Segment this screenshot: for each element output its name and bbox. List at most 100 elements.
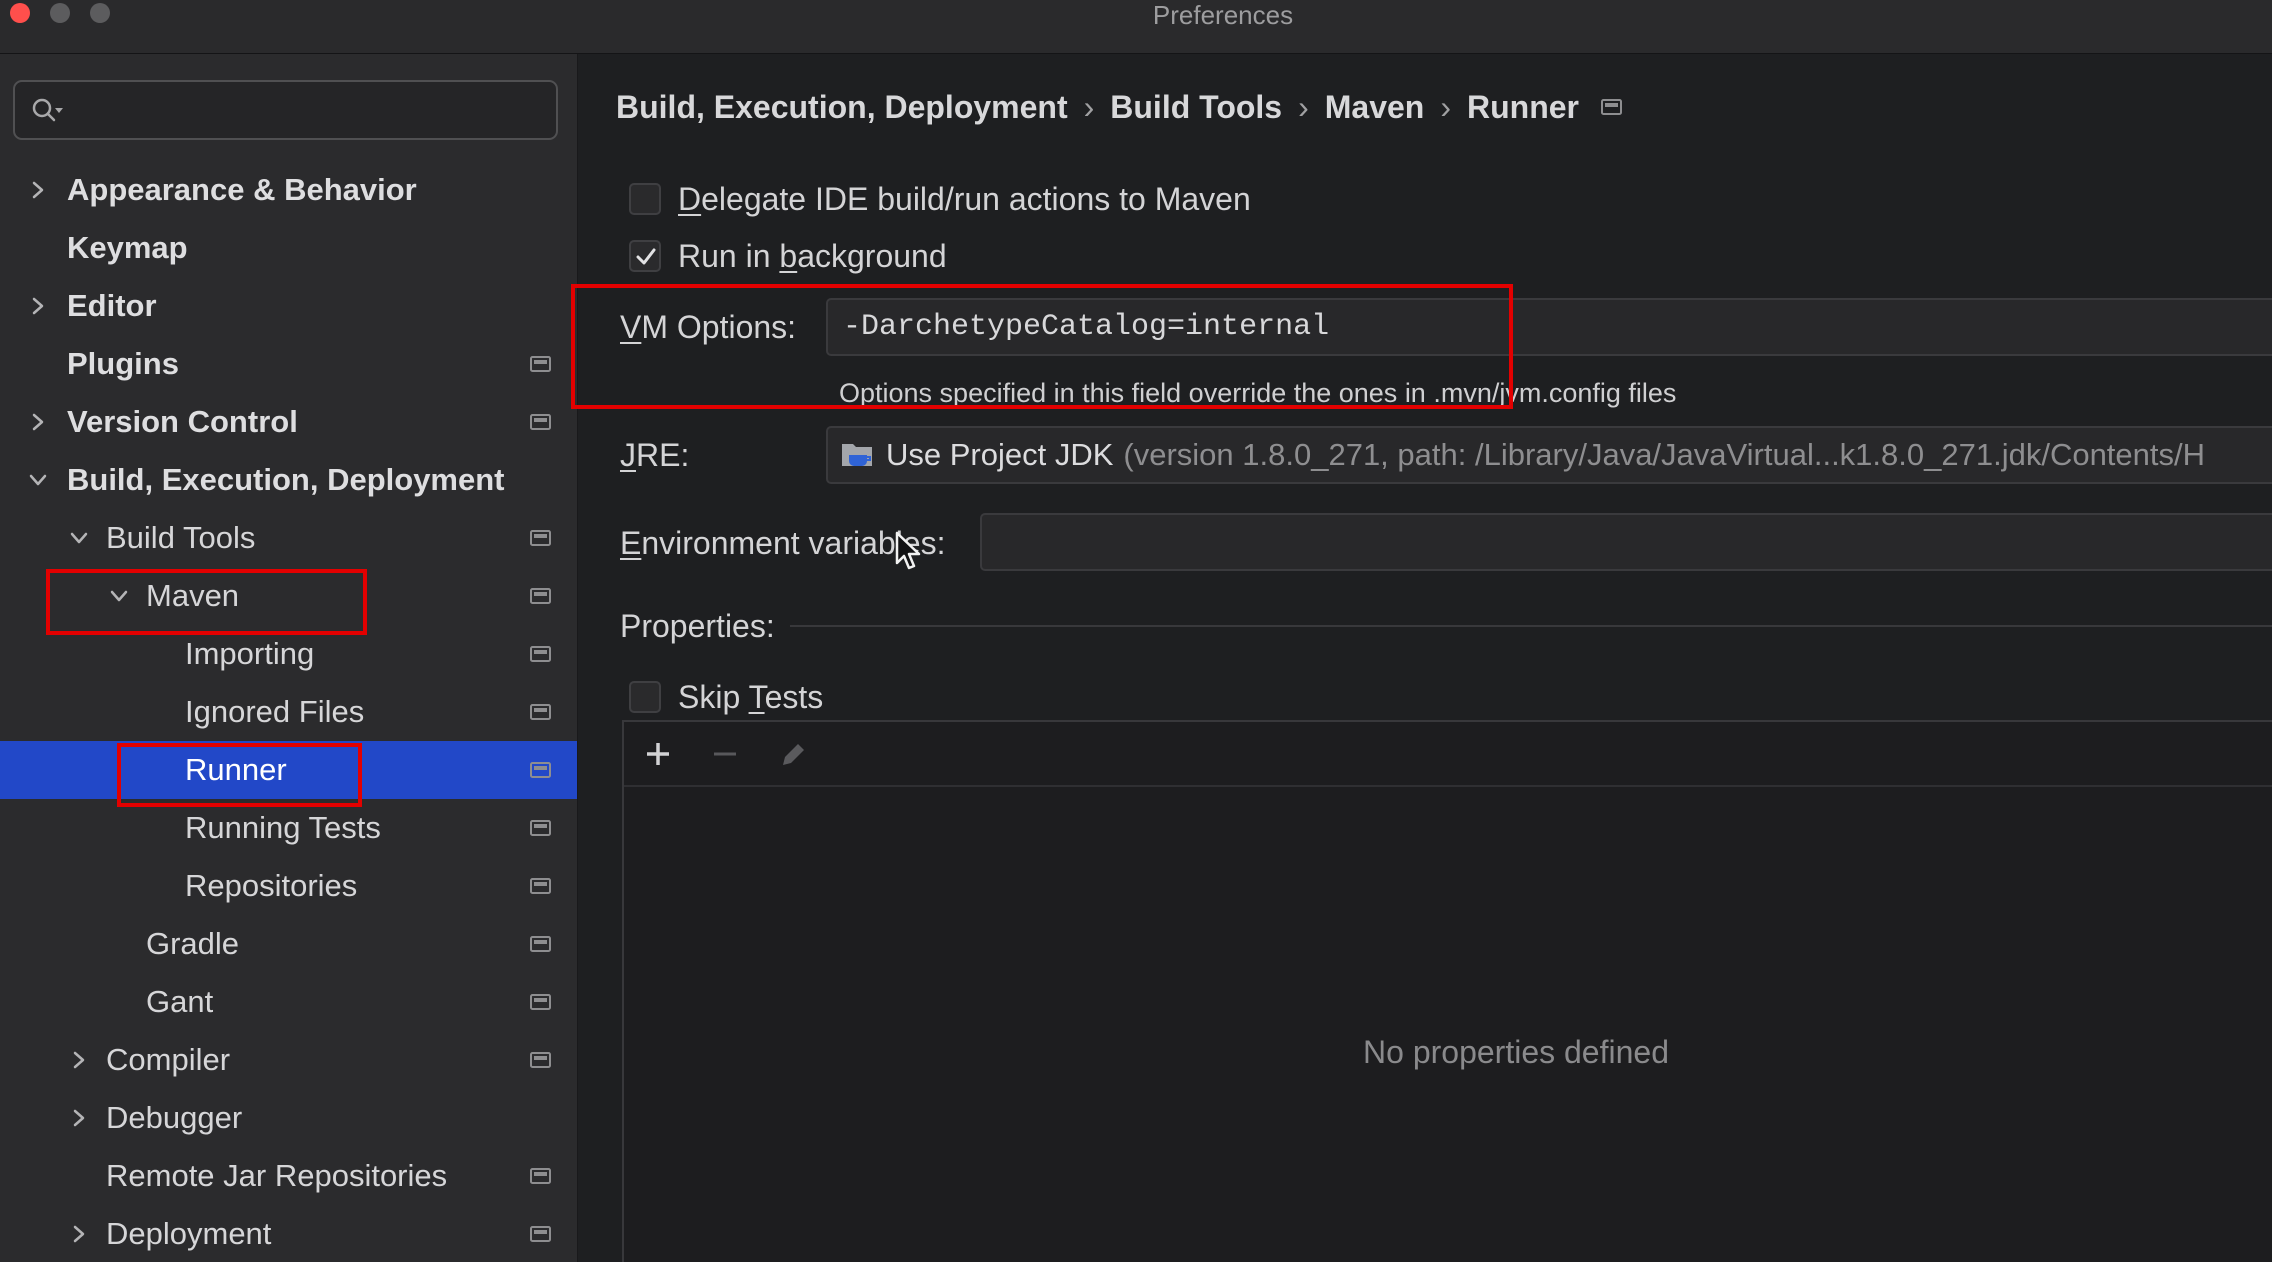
chevron-down-icon[interactable] — [109, 586, 129, 606]
skip-tests-row[interactable]: Skip Tests — [629, 677, 823, 717]
project-level-icon — [530, 414, 551, 430]
project-level-icon — [530, 1052, 551, 1068]
add-icon[interactable] — [644, 740, 672, 768]
search-icon[interactable] — [31, 96, 67, 126]
run-in-background-checkbox[interactable] — [629, 240, 661, 272]
sidebar-item-version-control[interactable]: Version Control — [0, 393, 577, 451]
sidebar-item-runner[interactable]: Runner — [0, 741, 577, 799]
project-level-icon — [530, 994, 551, 1010]
sidebar-item-maven[interactable]: Maven — [0, 567, 577, 625]
sidebar-item-repositories[interactable]: Repositories — [0, 857, 577, 915]
close-window-button[interactable] — [10, 3, 30, 23]
skip-tests-label[interactable]: Skip Tests — [678, 679, 823, 716]
properties-toolbar — [624, 722, 2272, 787]
sidebar-item-ignored-files[interactable]: Ignored Files — [0, 683, 577, 741]
project-level-icon — [530, 704, 551, 720]
sidebar-item-debugger[interactable]: Debugger — [0, 1089, 577, 1147]
sidebar-item-build-execution-deployment[interactable]: Build, Execution, Deployment — [0, 451, 577, 509]
settings-sidebar: Appearance & Behavior Keymap Editor Plugins… — [0, 54, 578, 1262]
sidebar-item-label: Remote Jar Repositories — [106, 1158, 448, 1193]
mouse-pointer-icon — [895, 531, 923, 573]
sidebar-item-label: Deployment — [106, 1216, 272, 1251]
run-in-background-row[interactable]: Run in background — [629, 236, 947, 276]
breadcrumb-separator: › — [1440, 89, 1451, 125]
sidebar-item-label: Gradle — [146, 926, 240, 961]
properties-label: Properties: — [620, 608, 775, 644]
settings-tree: Appearance & Behavior Keymap Editor Plugins… — [0, 161, 577, 1262]
title-bar: Preferences — [0, 0, 2272, 54]
properties-table: No properties defined — [622, 720, 2272, 1262]
delegate-checkbox[interactable] — [629, 183, 661, 215]
sidebar-item-label: Running Tests — [185, 810, 381, 845]
chevron-right-icon[interactable] — [28, 180, 48, 200]
sidebar-item-build-tools[interactable]: Build Tools — [0, 509, 577, 567]
breadcrumb-item[interactable]: Maven — [1325, 87, 1425, 127]
sidebar-item-deployment[interactable]: Deployment — [0, 1205, 577, 1262]
project-level-icon — [530, 356, 551, 372]
project-level-icon — [530, 762, 551, 778]
delegate-checkbox-row[interactable]: Delegate IDE build/run actions to Maven — [629, 179, 1251, 219]
sidebar-item-label: Version Control — [67, 404, 298, 439]
sidebar-item-appearance-behavior[interactable]: Appearance & Behavior — [0, 161, 577, 219]
project-level-icon — [530, 936, 551, 952]
project-level-icon — [530, 820, 551, 836]
breadcrumb-separator: › — [1298, 89, 1309, 125]
sidebar-item-gradle[interactable]: Gradle — [0, 915, 577, 973]
sidebar-item-label: Appearance & Behavior — [67, 172, 417, 207]
sidebar-item-label: Ignored Files — [185, 694, 365, 729]
settings-content: Build, Execution, Deployment › Build Too… — [578, 54, 2272, 1262]
chevron-down-icon[interactable] — [28, 470, 48, 490]
project-level-icon — [1601, 99, 1622, 115]
sidebar-item-label: Debugger — [106, 1100, 243, 1135]
breadcrumb-item[interactable]: Build Tools — [1110, 87, 1282, 127]
properties-separator — [790, 625, 2272, 627]
project-level-icon — [530, 878, 551, 894]
vm-options-label: VM Options: — [620, 309, 797, 345]
sidebar-item-importing[interactable]: Importing — [0, 625, 577, 683]
remove-icon[interactable] — [711, 740, 739, 768]
sidebar-item-label: Gant — [146, 984, 214, 1019]
breadcrumb: Build, Execution, Deployment › Build Too… — [616, 87, 1622, 127]
chevron-right-icon[interactable] — [69, 1224, 89, 1244]
search-input[interactable] — [75, 90, 539, 132]
chevron-right-icon[interactable] — [69, 1108, 89, 1128]
sidebar-item-compiler[interactable]: Compiler — [0, 1031, 577, 1089]
project-level-icon — [530, 1168, 551, 1184]
sidebar-item-running-tests[interactable]: Running Tests — [0, 799, 577, 857]
sidebar-item-label: Runner — [185, 752, 287, 787]
sidebar-item-label: Importing — [185, 636, 315, 671]
window-title: Preferences — [1152, 0, 1294, 30]
project-level-icon — [530, 530, 551, 546]
environment-variables-input[interactable] — [980, 513, 2272, 571]
search-field[interactable] — [13, 80, 558, 140]
sidebar-item-label: Keymap — [67, 230, 188, 265]
sidebar-item-keymap[interactable]: Keymap — [0, 219, 577, 277]
skip-tests-checkbox[interactable] — [629, 681, 661, 713]
run-in-background-label[interactable]: Run in background — [678, 238, 947, 275]
folder-java-icon — [840, 440, 876, 470]
delegate-label[interactable]: Delegate IDE build/run actions to Maven — [678, 181, 1251, 218]
minimize-window-button[interactable] — [50, 3, 70, 23]
project-level-icon — [530, 646, 551, 662]
chevron-right-icon[interactable] — [28, 296, 48, 316]
sidebar-item-label: Build Tools — [106, 520, 256, 555]
zoom-window-button[interactable] — [90, 3, 110, 23]
sidebar-item-label: Editor — [67, 288, 157, 323]
sidebar-item-label: Compiler — [106, 1042, 231, 1077]
sidebar-item-remote-jar-repositories[interactable]: Remote Jar Repositories — [0, 1147, 577, 1205]
sidebar-item-gant[interactable]: Gant — [0, 973, 577, 1031]
jre-label: JRE: — [620, 437, 690, 473]
sidebar-item-label: Repositories — [185, 868, 358, 903]
breadcrumb-separator: › — [1083, 89, 1095, 125]
chevron-right-icon[interactable] — [28, 412, 48, 432]
vm-options-input[interactable] — [826, 298, 2272, 356]
sidebar-item-plugins[interactable]: Plugins — [0, 335, 577, 393]
jre-detail: (version 1.8.0_271, path: /Library/Java/… — [1123, 437, 2206, 472]
pencil-icon[interactable] — [780, 740, 808, 768]
breadcrumb-item[interactable]: Build, Execution, Deployment — [616, 87, 1068, 127]
chevron-down-icon[interactable] — [69, 528, 89, 548]
chevron-right-icon[interactable] — [69, 1050, 89, 1070]
jre-combobox[interactable]: Use Project JDK (version 1.8.0_271, path… — [826, 426, 2272, 484]
sidebar-item-editor[interactable]: Editor — [0, 277, 577, 335]
sidebar-item-label: Maven — [146, 578, 240, 613]
